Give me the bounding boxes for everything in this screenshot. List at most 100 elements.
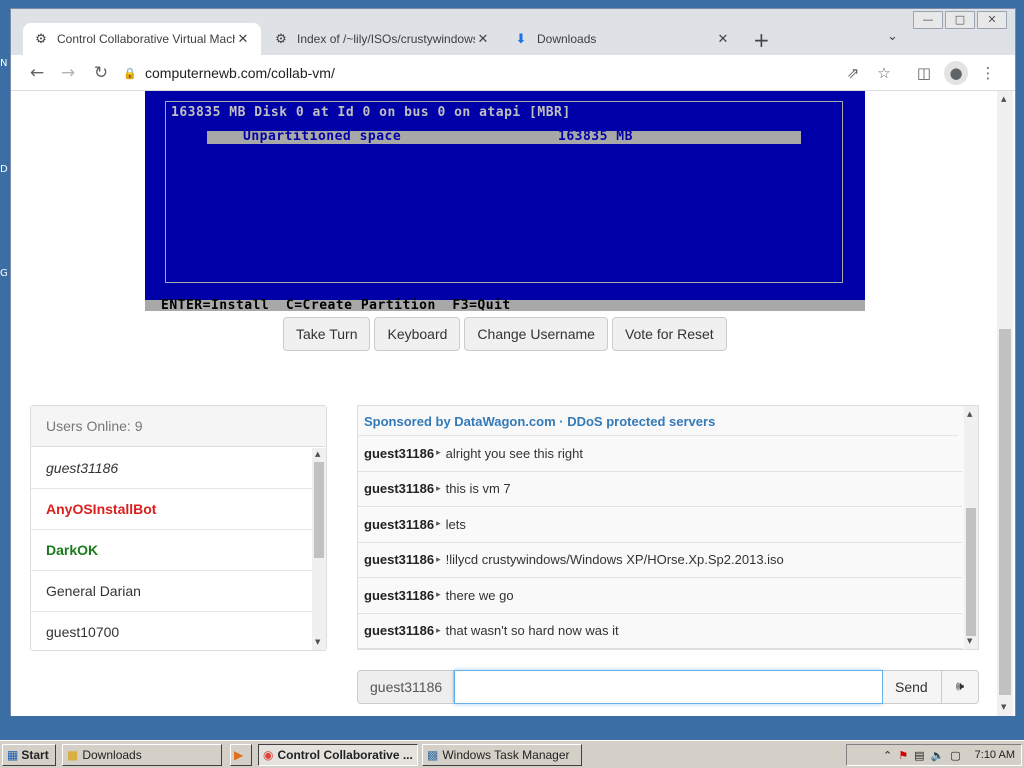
arrow-icon: ▸ bbox=[436, 590, 441, 601]
vm-partition-size: 163835 MB bbox=[558, 129, 633, 144]
taskbar-item-downloads[interactable]: ■ Downloads bbox=[62, 744, 222, 766]
side-panel-icon[interactable]: ◫ bbox=[912, 61, 936, 85]
taskbar-item-label: Downloads bbox=[82, 748, 142, 762]
maximize-button[interactable]: □ bbox=[945, 11, 975, 29]
chat-username[interactable]: guest31186 bbox=[364, 446, 434, 461]
chat-message: guest31186 ▸ that wasn't so hard now was i… bbox=[358, 614, 962, 649]
tab-strip: — □ ✕ ⚙ Control Collaborative Virtual Ma… bbox=[11, 9, 1015, 55]
chat-username[interactable]: guest31186 bbox=[364, 517, 434, 532]
browser-window: — □ ✕ ⚙ Control Collaborative Virtual Ma… bbox=[10, 8, 1016, 716]
taskbar-item-label: Windows Task Manager bbox=[442, 748, 570, 762]
scroll-up-icon[interactable]: ▲ bbox=[967, 410, 972, 418]
chat-message: guest31186 ▸ there we go bbox=[358, 578, 962, 614]
users-scrollbar[interactable]: ▲ ▼ bbox=[312, 448, 326, 650]
media-player-quicklaunch[interactable]: ▶ bbox=[230, 744, 252, 766]
address-bar[interactable]: 🔒 computernewb.com/collab-vm/ bbox=[123, 59, 883, 87]
printer-icon[interactable]: ▢ bbox=[950, 749, 960, 762]
list-item[interactable]: DarkOK bbox=[31, 530, 312, 571]
chat-input[interactable] bbox=[454, 670, 883, 704]
page-scrollbar[interactable]: ▲ ▼ bbox=[997, 91, 1013, 716]
url-text: computernewb.com/collab-vm/ bbox=[145, 65, 335, 81]
scrollbar-thumb[interactable] bbox=[999, 329, 1011, 695]
chat-username[interactable]: guest31186 bbox=[364, 623, 434, 638]
send-button[interactable]: Send bbox=[883, 670, 942, 704]
share-icon[interactable]: ⇗ bbox=[841, 61, 865, 85]
close-tab-icon[interactable]: ✕ bbox=[715, 32, 731, 47]
window-controls: — □ ✕ bbox=[913, 11, 1007, 29]
minimize-button[interactable]: — bbox=[913, 11, 943, 29]
network-icon[interactable]: ▤ bbox=[914, 749, 924, 762]
scrollbar-thumb[interactable] bbox=[314, 462, 324, 558]
chat-message: guest31186 ▸ this is vm 7 bbox=[358, 472, 962, 507]
chat-username[interactable]: guest31186 bbox=[364, 552, 434, 567]
scroll-up-icon[interactable]: ▲ bbox=[315, 450, 320, 458]
tab-downloads[interactable]: ⬇ Downloads ✕ bbox=[503, 23, 741, 55]
list-item[interactable]: guest10700 bbox=[31, 612, 312, 651]
taskbar-item-chrome[interactable]: ◉ Control Collaborative ... bbox=[258, 744, 418, 766]
scroll-down-icon[interactable]: ▼ bbox=[1001, 703, 1006, 711]
vm-status-bar: ENTER=Install C=Create Partition F3=Quit bbox=[145, 298, 865, 313]
forward-icon[interactable]: → bbox=[56, 61, 80, 85]
list-item[interactable]: AnyOSInstallBot bbox=[31, 489, 312, 530]
reload-icon[interactable]: ↻ bbox=[89, 61, 113, 85]
bookmark-star-icon[interactable]: ☆ bbox=[872, 61, 896, 85]
tab-title: Index of /~lily/ISOs/crustywindows/ bbox=[297, 32, 475, 46]
new-tab-icon[interactable]: + bbox=[753, 28, 770, 52]
page-viewport: 163835 MB Disk 0 at Id 0 on bus 0 on ata… bbox=[11, 91, 1015, 716]
keyboard-button[interactable]: Keyboard bbox=[374, 317, 461, 351]
desktop-icon-label: D bbox=[0, 164, 8, 175]
scroll-down-icon[interactable]: ▼ bbox=[315, 638, 320, 646]
chat-username-label: guest31186 bbox=[357, 670, 454, 704]
lock-icon: 🔒 bbox=[123, 66, 137, 80]
task-manager-icon: ▩ bbox=[427, 748, 439, 762]
vm-disk-line: 163835 MB Disk 0 at Id 0 on bus 0 on ata… bbox=[171, 105, 571, 120]
chat-text: alright you see this right bbox=[445, 445, 583, 461]
chat-message: guest31186 ▸ !lilycd crustywindows/Windows… bbox=[358, 543, 962, 578]
scrollbar-thumb[interactable] bbox=[966, 508, 976, 636]
close-tab-icon[interactable]: ✕ bbox=[475, 32, 491, 47]
start-button[interactable]: ▦ Start bbox=[2, 744, 56, 766]
volume-icon[interactable]: 🕪 bbox=[942, 670, 979, 704]
chat-scrollbar[interactable]: ▲ ▼ bbox=[964, 406, 978, 649]
menu-kebab-icon[interactable]: ⋮ bbox=[976, 61, 1000, 85]
users-online-header: Users Online: 9 bbox=[31, 406, 326, 447]
chat-username[interactable]: guest31186 bbox=[364, 588, 434, 603]
profile-avatar-icon[interactable]: ● bbox=[944, 61, 968, 85]
chat-message: guest31186 ▸ alright you see this right bbox=[358, 436, 962, 472]
list-item[interactable]: guest31186 bbox=[31, 448, 312, 489]
chat-username[interactable]: guest31186 bbox=[364, 481, 434, 496]
change-username-button[interactable]: Change Username bbox=[464, 317, 608, 351]
chevron-up-icon[interactable]: ⌃ bbox=[883, 749, 892, 762]
start-label: Start bbox=[21, 748, 49, 762]
system-tray: ⌃ ⚑ ▤ 🔈 ▢ 7:10 AM bbox=[846, 744, 1022, 766]
chat-text: there we go bbox=[445, 587, 514, 603]
back-icon[interactable]: ← bbox=[25, 61, 49, 85]
clock[interactable]: 7:10 AM bbox=[975, 749, 1015, 761]
users-panel: Users Online: 9 guest31186 AnyOSInstallB… bbox=[30, 405, 327, 651]
security-alert-icon[interactable]: ⚑ bbox=[898, 749, 908, 762]
tab-iso-index[interactable]: ⚙ Index of /~lily/ISOs/crustywindows/ ✕ bbox=[263, 23, 501, 55]
close-window-button[interactable]: ✕ bbox=[977, 11, 1007, 29]
vm-status-text: ENTER=Install C=Create Partition F3=Quit bbox=[161, 298, 511, 313]
scroll-down-icon[interactable]: ▼ bbox=[967, 637, 972, 645]
chat-text: !lilycd crustywindows/Windows XP/HOrse.X… bbox=[445, 552, 784, 568]
users-list: guest31186 AnyOSInstallBot DarkOK Genera… bbox=[31, 448, 312, 651]
taskbar-item-label: Control Collaborative ... bbox=[277, 748, 413, 762]
close-tab-icon[interactable]: ✕ bbox=[235, 32, 251, 47]
vm-icon: ⚙ bbox=[275, 31, 287, 47]
vm-display[interactable]: 163835 MB Disk 0 at Id 0 on bus 0 on ata… bbox=[145, 91, 865, 313]
tab-collab-vm[interactable]: ⚙ Control Collaborative Virtual Machine … bbox=[23, 23, 261, 55]
scroll-up-icon[interactable]: ▲ bbox=[1001, 95, 1006, 103]
chat-message: guest31186 ▸ lets bbox=[358, 507, 962, 543]
sponsor-banner[interactable]: Sponsored by DataWagon.com · DDoS protec… bbox=[358, 406, 958, 436]
vote-reset-button[interactable]: Vote for Reset bbox=[611, 317, 727, 351]
vm-partition-label: Unpartitioned space bbox=[243, 129, 402, 144]
take-turn-button[interactable]: Take Turn bbox=[283, 317, 371, 351]
taskbar-item-task-manager[interactable]: ▩ Windows Task Manager bbox=[422, 744, 582, 766]
chat-text: lets bbox=[445, 516, 466, 532]
desktop-icon-label: G bbox=[0, 268, 8, 279]
vm-controls: Take Turn Keyboard Change Username Vote … bbox=[283, 317, 727, 351]
volume-tray-icon[interactable]: 🔈 bbox=[931, 749, 945, 762]
chevron-down-icon[interactable]: ⌄ bbox=[887, 29, 898, 44]
list-item[interactable]: General Darian bbox=[31, 571, 312, 612]
